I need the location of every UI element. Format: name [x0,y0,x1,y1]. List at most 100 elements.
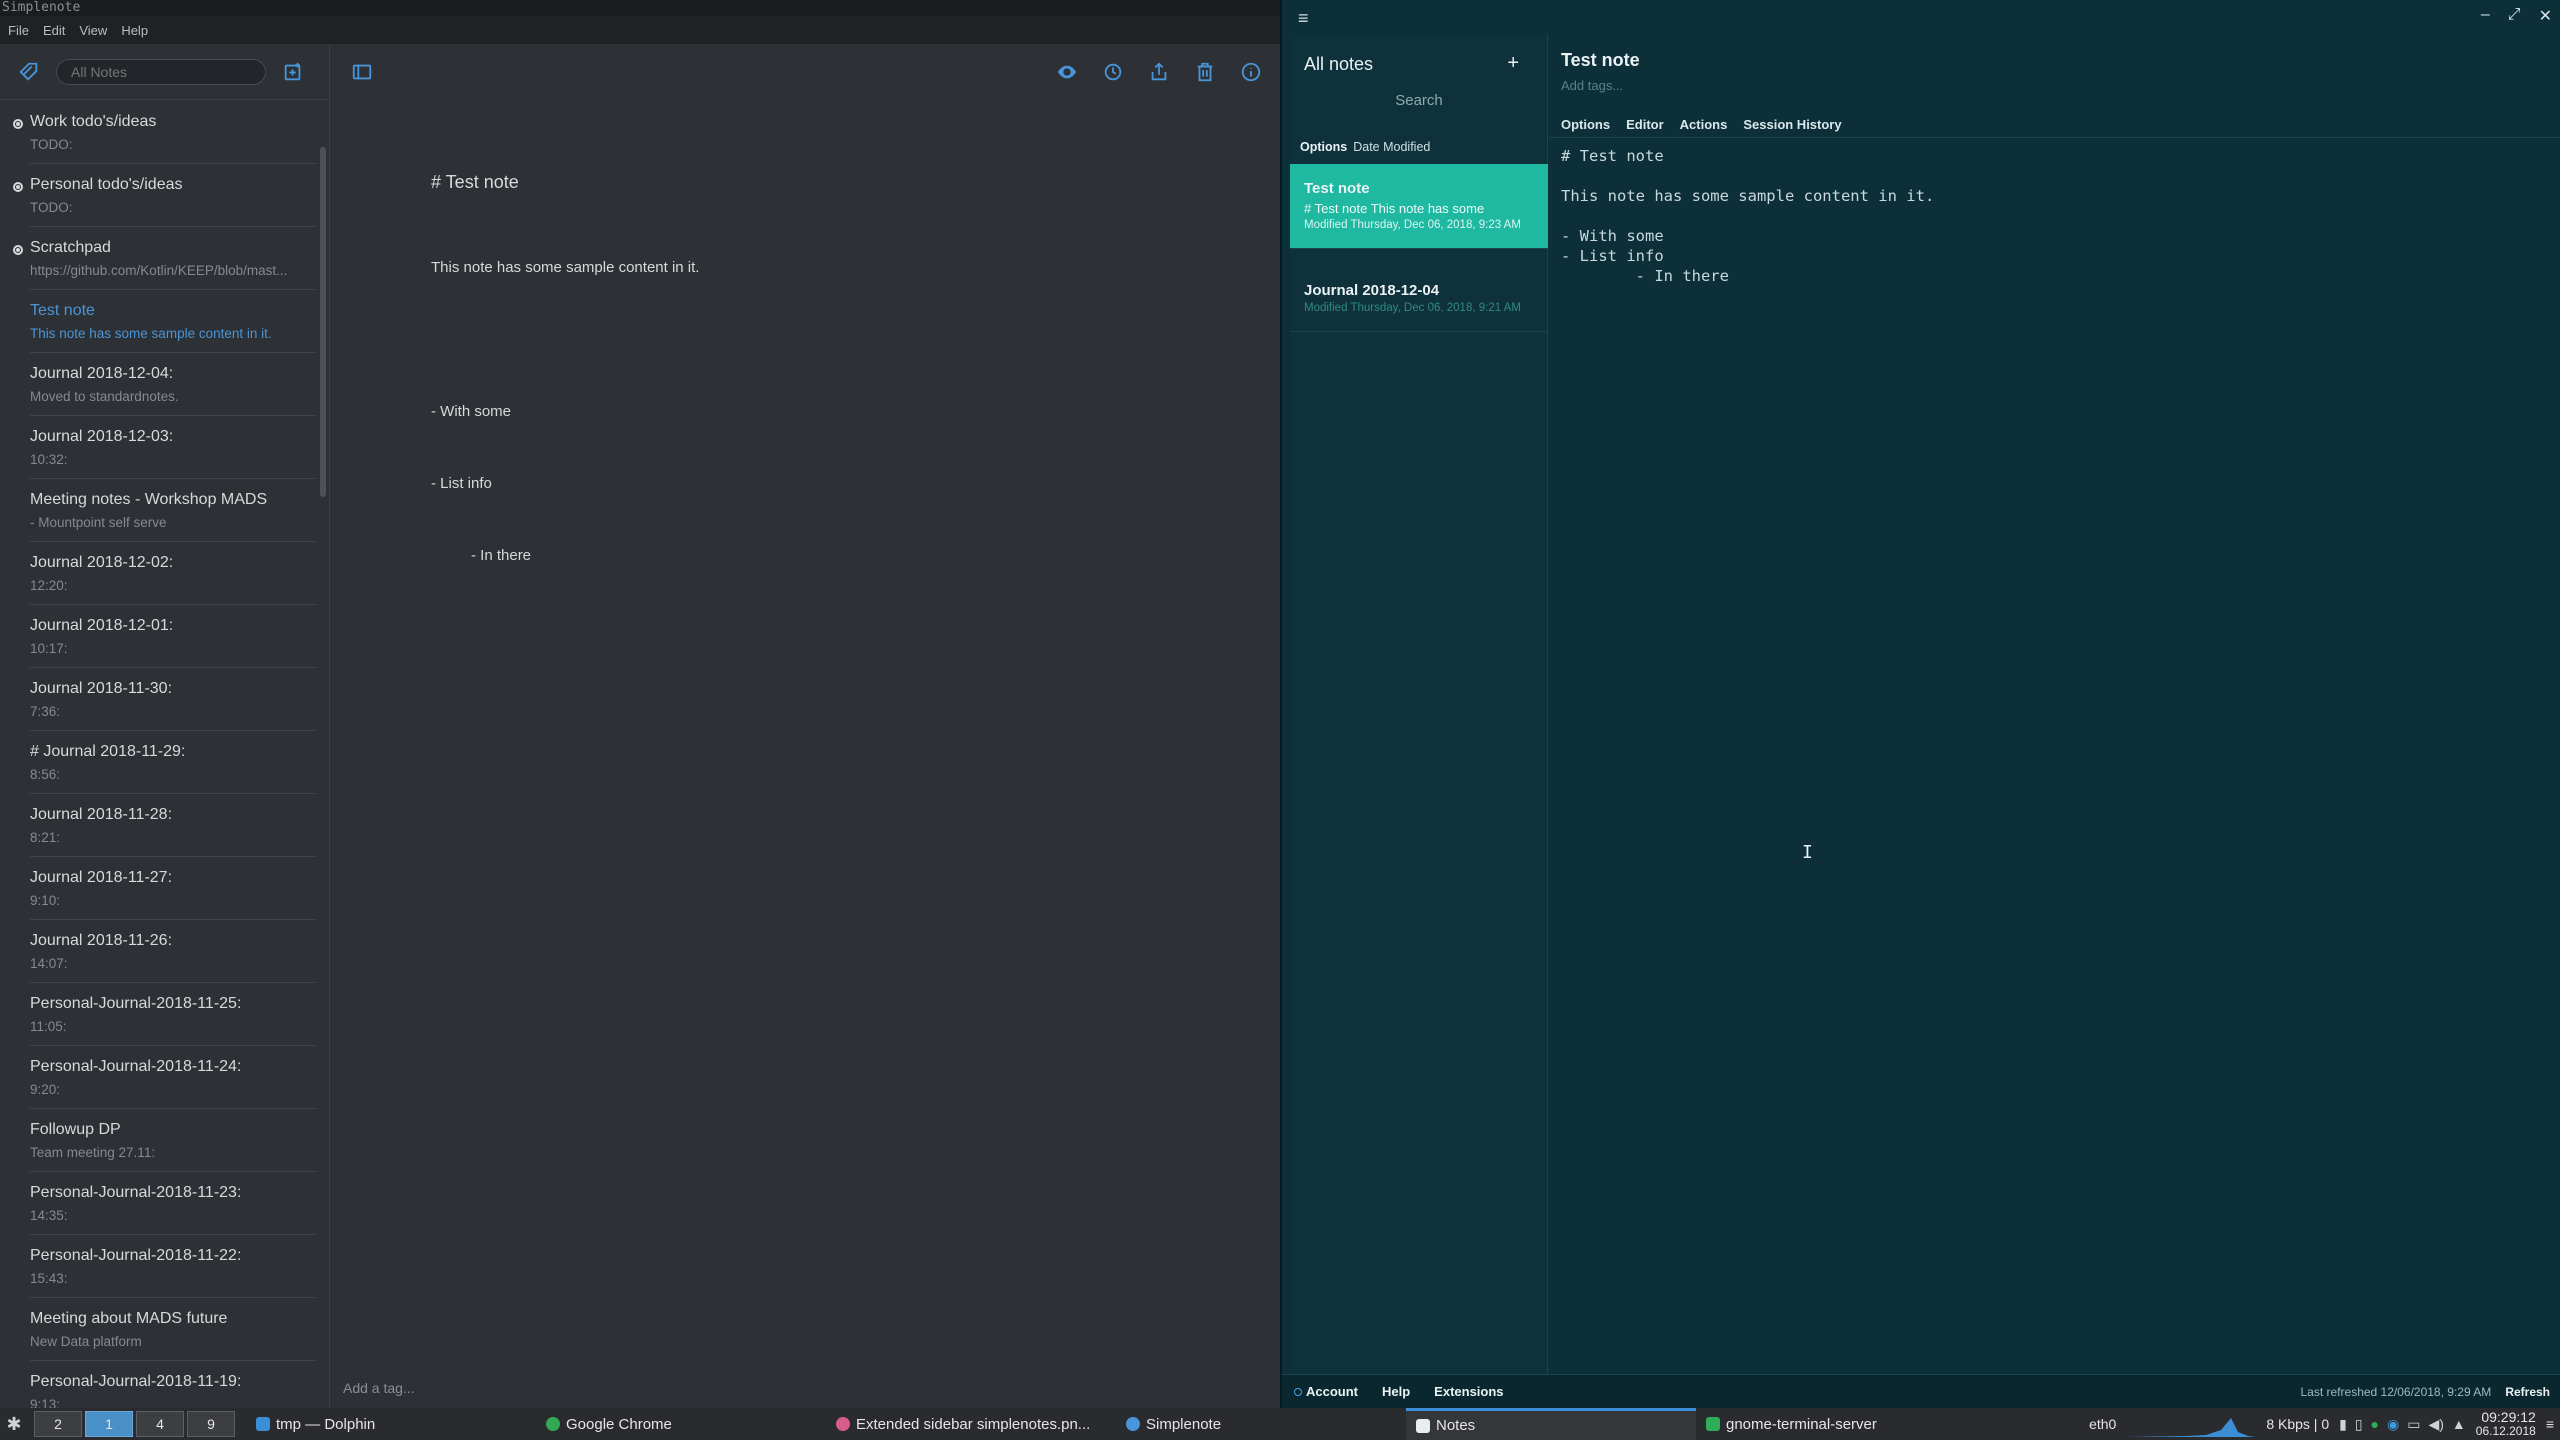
note-list-item[interactable]: Meeting notes - Workshop MADS - Mountpoin… [30,479,316,542]
telegram-icon[interactable]: ◉ [2387,1416,2399,1433]
note-list-item[interactable]: Personal-Journal-2018-11-24: 9:20: [30,1046,316,1109]
preview-icon[interactable] [1054,59,1080,85]
clock-date: 06.12.2018 [2475,1424,2536,1438]
display-icon[interactable]: ▭ [2407,1416,2420,1433]
add-tags-input[interactable]: Add tags... [1561,78,1623,93]
pin-icon[interactable] [13,245,23,255]
note-text-area[interactable]: # Test note This note has some sample co… [1561,146,1934,286]
note-preview: Team meeting 27.11: [30,1145,156,1160]
note-title: Meeting notes - Workshop MADS [30,491,268,508]
minimize-icon[interactable]: – [2481,6,2490,26]
note-list-item[interactable]: Personal todo's/ideas TODO: [13,164,316,227]
note-title: # Journal 2018-11-29: [30,743,186,760]
notes-search-input[interactable]: Search [1290,92,1548,109]
task-terminal[interactable]: gnome-terminal-server [1696,1408,1936,1440]
note-title: Journal 2018-12-03: [30,428,174,445]
note-list-item[interactable]: Personal-Journal-2018-11-22: 15:43: [30,1235,316,1298]
show-menu-icon[interactable]: ≡ [2546,1416,2554,1432]
pin-icon[interactable] [13,119,23,129]
tab-options[interactable]: Options [1561,117,1610,132]
note-list-item[interactable]: Scratchpad https://github.com/Kotlin/KEEP… [13,227,316,290]
note-list-item[interactable]: Journal 2018-12-02: 12:20: [30,542,316,605]
note-item[interactable]: Test note # Test note This note has some… [1290,164,1548,249]
add-tag-input[interactable]: Add a tag... [343,1380,415,1396]
update-icon[interactable]: ● [2371,1416,2379,1433]
hamburger-menu-icon[interactable]: ≡ [1298,8,1309,29]
note-line: This note has some sample content in it. [431,259,700,276]
task-dolphin[interactable]: tmp — Dolphin [246,1408,536,1440]
search-input[interactable] [56,58,266,85]
note-list-item[interactable]: Meeting about MADS future New Data platfo… [30,1298,316,1361]
note-list-item[interactable]: Journal 2018-11-30: 7:36: [30,668,316,731]
note-list-item[interactable]: Personal-Journal-2018-11-19: 9:13: [30,1361,316,1408]
menu-edit[interactable]: Edit [43,23,65,38]
note-preview: 8:21: [30,830,61,845]
clock[interactable]: 09:29:12 06.12.2018 [2476,1410,2536,1438]
tab-editor[interactable]: Editor [1626,117,1664,132]
note-list-item[interactable]: # Journal 2018-11-29: 8:56: [30,731,316,794]
info-icon[interactable] [1238,59,1264,85]
note-list-item[interactable]: Journal 2018-12-04: Moved to standardnote… [30,353,316,416]
note-list-item[interactable]: Journal 2018-11-27: 9:10: [30,857,316,920]
workspace-1[interactable]: 1 [85,1411,133,1437]
task-notes[interactable]: Notes [1406,1408,1696,1440]
note-list-item[interactable]: Test note This note has some sample conte… [30,290,316,353]
workspace-2[interactable]: 2 [34,1411,82,1437]
footer-bar: Account Help Extensions Last refreshed 1… [1282,1374,2560,1408]
add-note-button[interactable]: + [1507,52,1519,75]
start-menu-icon[interactable]: ✱ [0,1414,28,1435]
revisions-icon[interactable] [1100,59,1126,85]
sort-by-label[interactable]: Date Modified [1353,140,1430,154]
note-list-item[interactable]: Followup DP Team meeting 27.11: [30,1109,316,1172]
note-item[interactable]: Journal 2018-12-04 Modified Thursday, De… [1290,266,1548,332]
sort-options-button[interactable]: Options [1300,140,1347,154]
share-icon[interactable] [1146,59,1172,85]
account-label: Account [1306,1384,1358,1399]
note-list-item[interactable]: Personal-Journal-2018-11-25: 11:05: [30,983,316,1046]
sidebar-toggle-icon[interactable] [349,59,375,85]
task-chrome[interactable]: Google Chrome [536,1408,826,1440]
extensions-button[interactable]: Extensions [1434,1384,1503,1399]
editor-toolbar [331,44,1280,100]
note-item-preview: # Test note This note has some [1304,201,1485,216]
volume-icon[interactable]: ◀) [2428,1416,2443,1433]
tab-actions[interactable]: Actions [1680,117,1728,132]
keyboard-icon[interactable]: ▮ [2339,1416,2347,1433]
note-list-item[interactable]: Personal-Journal-2018-11-23: 14:35: [30,1172,316,1235]
notes-column: All notes + Search Options Date Modified… [1290,34,1548,1374]
battery-icon[interactable]: ▯ [2355,1416,2363,1433]
maximize-icon[interactable]: ⤢ [2508,6,2521,26]
note-preview: TODO: [30,137,73,152]
pin-icon[interactable] [13,182,23,192]
task-simplenote[interactable]: Simplenote [1116,1408,1406,1440]
note-list-item[interactable]: Journal 2018-11-28: 8:21: [30,794,316,857]
notes-icon [1416,1418,1430,1433]
note-list-item[interactable]: Journal 2018-11-26: 14:07: [30,920,316,983]
note-preview: 14:07: [30,956,68,971]
note-list-item[interactable]: Work todo's/ideas TODO: [13,101,316,164]
note-list-item[interactable]: Journal 2018-12-01: 10:17: [30,605,316,668]
note-list-item[interactable]: Journal 2018-12-03: 10:32: [30,416,316,479]
close-icon[interactable]: ✕ [2539,6,2552,26]
tray-expand-icon[interactable]: ▲ [2452,1416,2466,1433]
new-note-icon[interactable] [280,59,306,85]
note-title: Journal 2018-11-27: [30,869,173,886]
note-item-title: Journal 2018-12-04 [1304,282,1440,299]
task-image-viewer[interactable]: Extended sidebar simplenotes.pn... [826,1408,1116,1440]
note-list: Work todo's/ideas TODO: Personal todo's/id… [0,101,322,1408]
note-content[interactable]: # Test note This note has some sample co… [431,122,1191,616]
note-title: Journal 2018-12-02: [30,554,174,571]
account-button[interactable]: Account [1294,1384,1358,1399]
menu-file[interactable]: File [8,23,29,38]
menu-view[interactable]: View [79,23,107,38]
tags-icon[interactable] [16,59,42,85]
menu-help[interactable]: Help [121,23,148,38]
tab-session-history[interactable]: Session History [1743,117,1841,132]
workspace-4[interactable]: 4 [136,1411,184,1437]
workspace-9[interactable]: 9 [187,1411,235,1437]
trash-icon[interactable] [1192,59,1218,85]
note-list-scrollbar[interactable] [320,147,326,497]
refresh-button[interactable]: Refresh [2505,1385,2550,1399]
note-title-input[interactable]: Test note [1561,50,1640,71]
help-button[interactable]: Help [1382,1384,1410,1399]
